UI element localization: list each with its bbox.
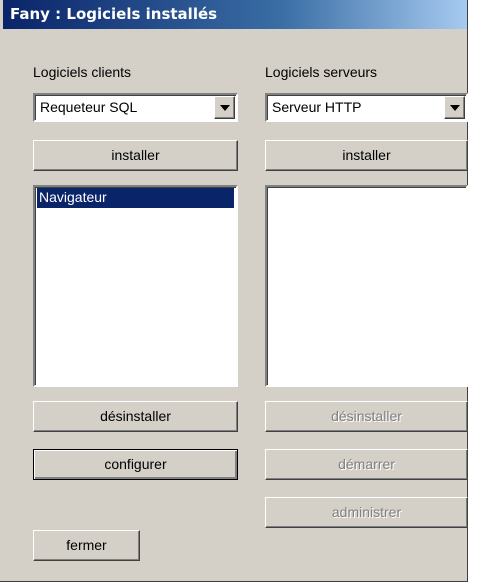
client-software-select[interactable]: Requeteur SQL: [33, 93, 238, 122]
server-install-button[interactable]: installer: [265, 140, 468, 171]
chevron-down-icon: [450, 105, 460, 111]
client-installed-list[interactable]: Navigateur: [33, 185, 238, 387]
close-button[interactable]: fermer: [33, 530, 140, 561]
client-install-button[interactable]: installer: [33, 140, 238, 171]
servers-label: Logiciels serveurs: [265, 64, 378, 80]
chevron-down-icon: [220, 105, 230, 111]
server-start-button[interactable]: démarrer: [265, 449, 468, 480]
client-software-value: Requeteur SQL: [40, 99, 138, 115]
server-dropdown-button[interactable]: [444, 96, 465, 119]
server-administer-button[interactable]: administrer: [265, 497, 468, 528]
server-software-value: Serveur HTTP: [272, 99, 362, 115]
list-item-navigateur[interactable]: Navigateur: [37, 188, 234, 208]
server-installed-list[interactable]: [265, 185, 468, 387]
client-uninstall-button[interactable]: désinstaller: [33, 401, 238, 432]
title-bar: Fany : Logiciels installés: [3, 0, 467, 29]
installed-software-dialog: Fany : Logiciels installés Logiciels cli…: [0, 0, 468, 582]
server-software-select[interactable]: Serveur HTTP: [265, 93, 468, 122]
client-configure-button[interactable]: configurer: [33, 449, 238, 480]
client-dropdown-button[interactable]: [214, 96, 235, 119]
window-title: Fany : Logiciels installés: [10, 5, 218, 23]
server-uninstall-button[interactable]: désinstaller: [265, 401, 468, 432]
clients-label: Logiciels clients: [33, 64, 132, 80]
